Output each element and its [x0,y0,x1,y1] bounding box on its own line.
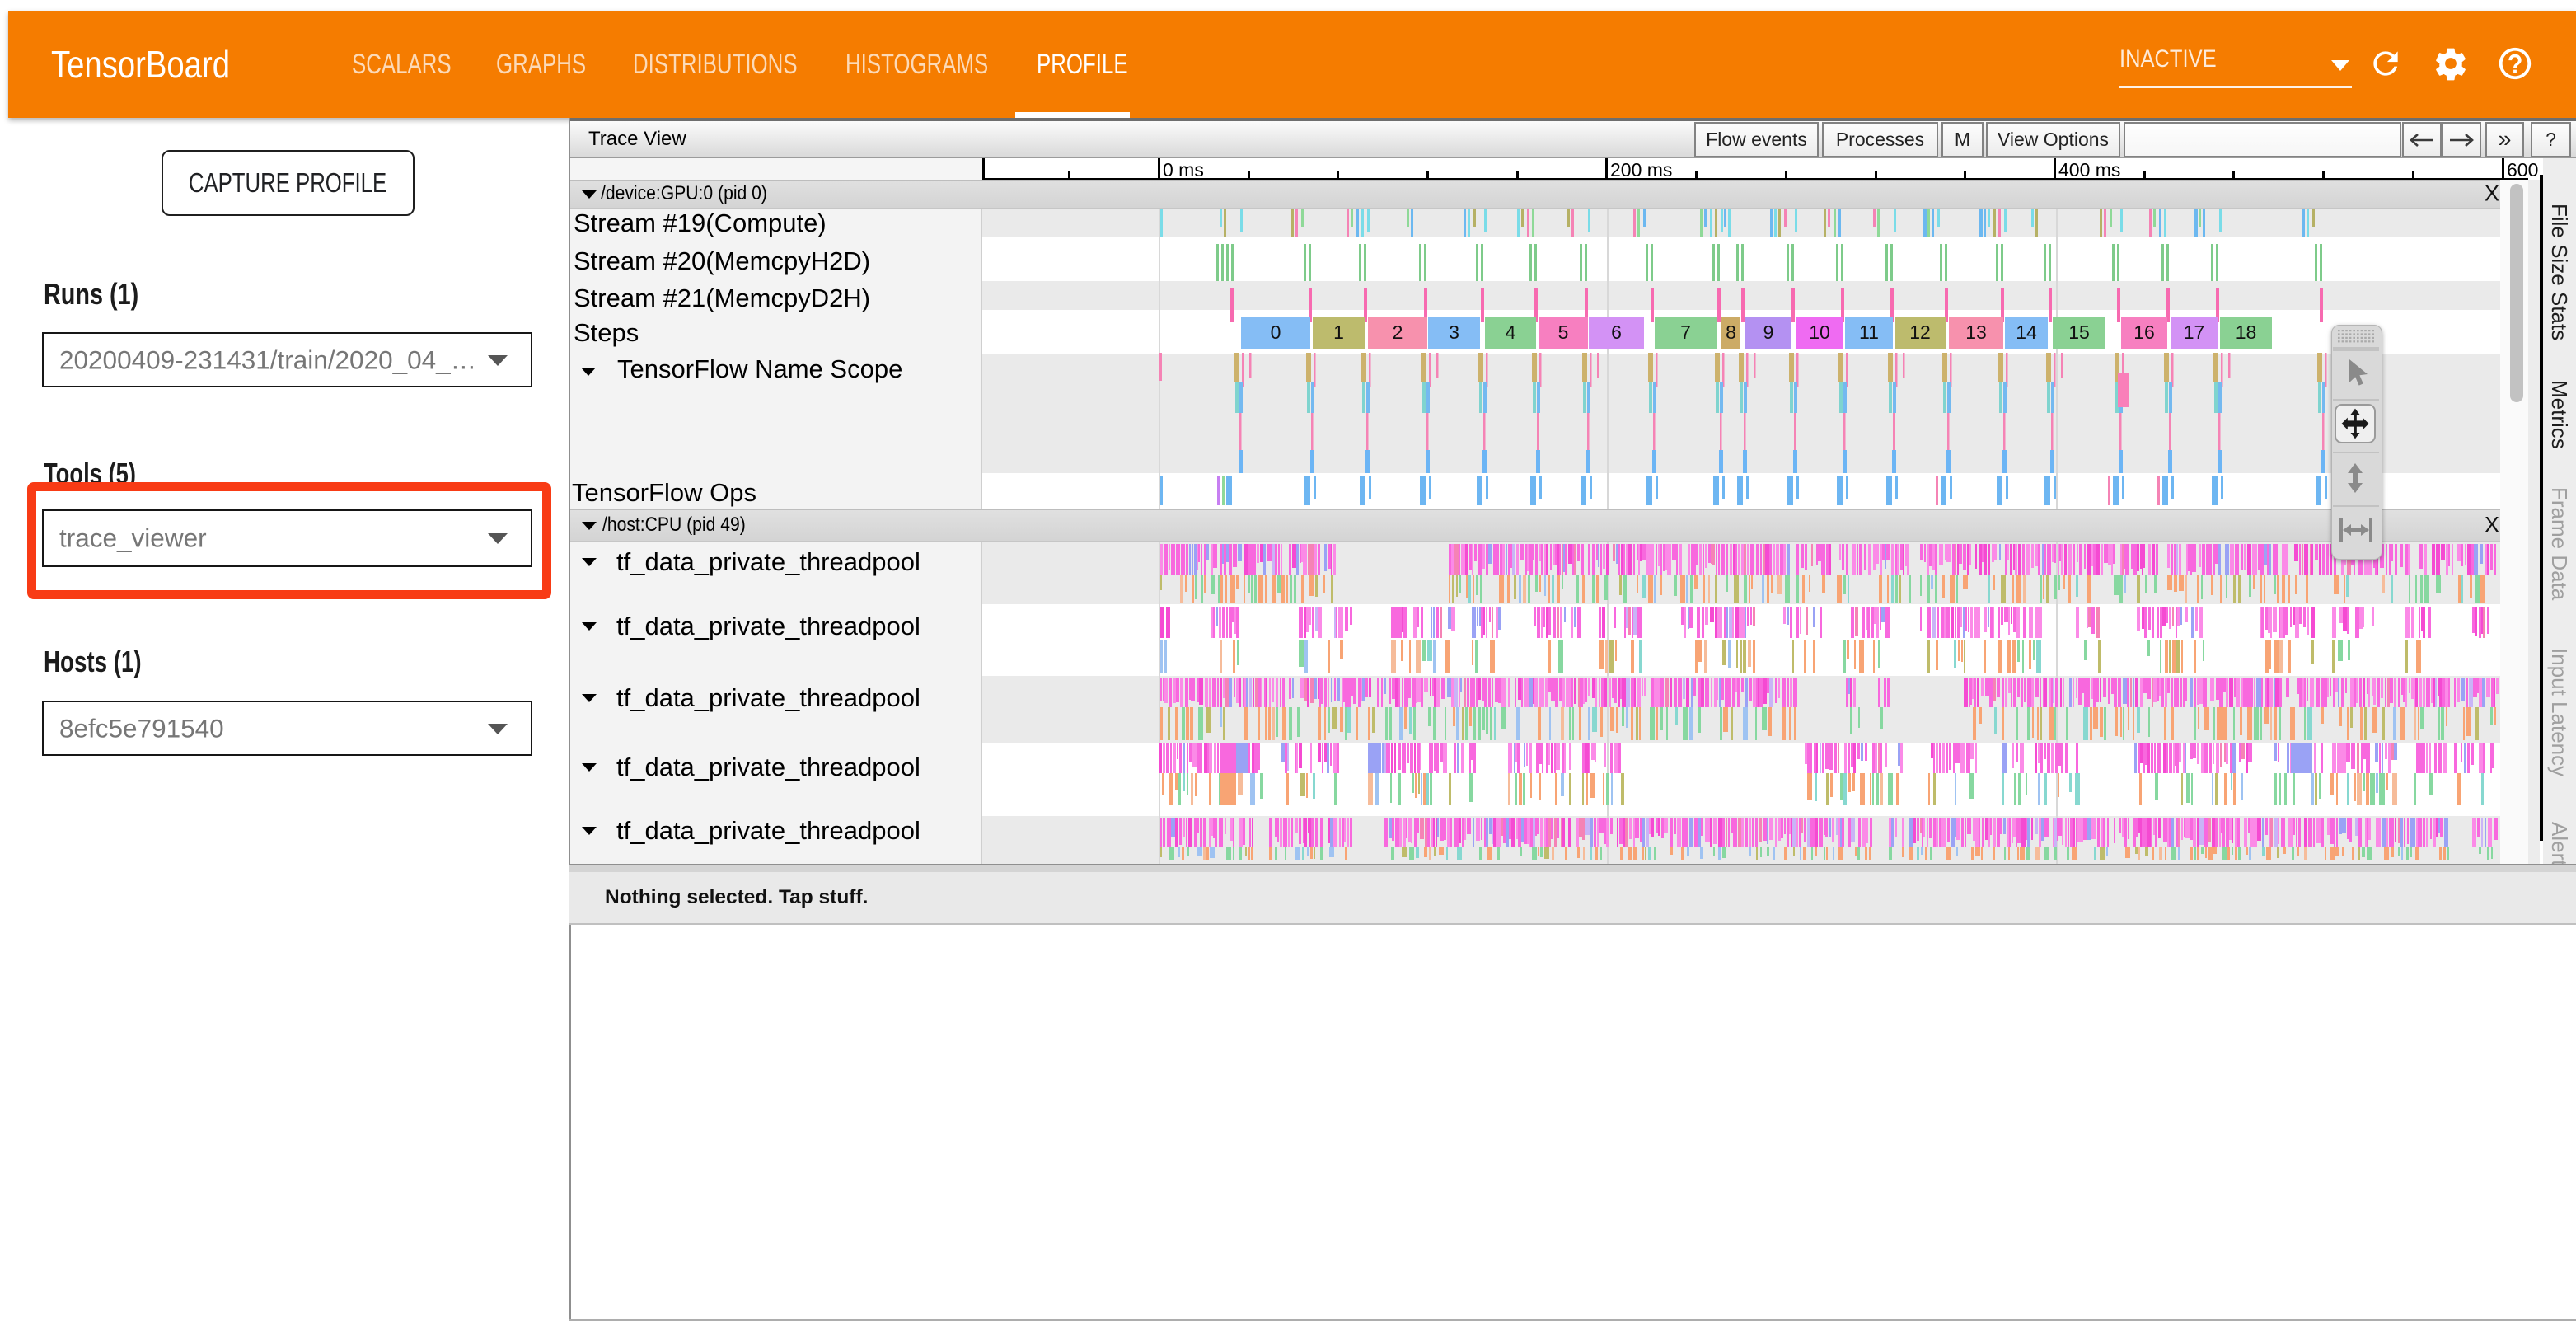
svg-text:1: 1 [1333,321,1344,343]
svg-text:5: 5 [1558,321,1569,343]
svg-text:11: 11 [1859,321,1879,343]
svg-text:17: 17 [2184,321,2205,343]
svg-text:10: 10 [1809,321,1830,343]
svg-text:12: 12 [1909,321,1931,343]
svg-text:13: 13 [1965,321,1987,343]
svg-text:14: 14 [2016,321,2037,343]
svg-text:16: 16 [2133,321,2155,343]
svg-text:3: 3 [1449,321,1459,343]
svg-text:2: 2 [1393,321,1403,343]
svg-text:18: 18 [2236,321,2257,343]
svg-text:0: 0 [1271,321,1281,343]
svg-text:7: 7 [1680,321,1691,343]
svg-text:8: 8 [1726,321,1736,343]
svg-text:6: 6 [1611,321,1622,343]
svg-text:15: 15 [2068,321,2090,343]
svg-text:9: 9 [1763,321,1774,343]
svg-text:4: 4 [1506,321,1516,343]
